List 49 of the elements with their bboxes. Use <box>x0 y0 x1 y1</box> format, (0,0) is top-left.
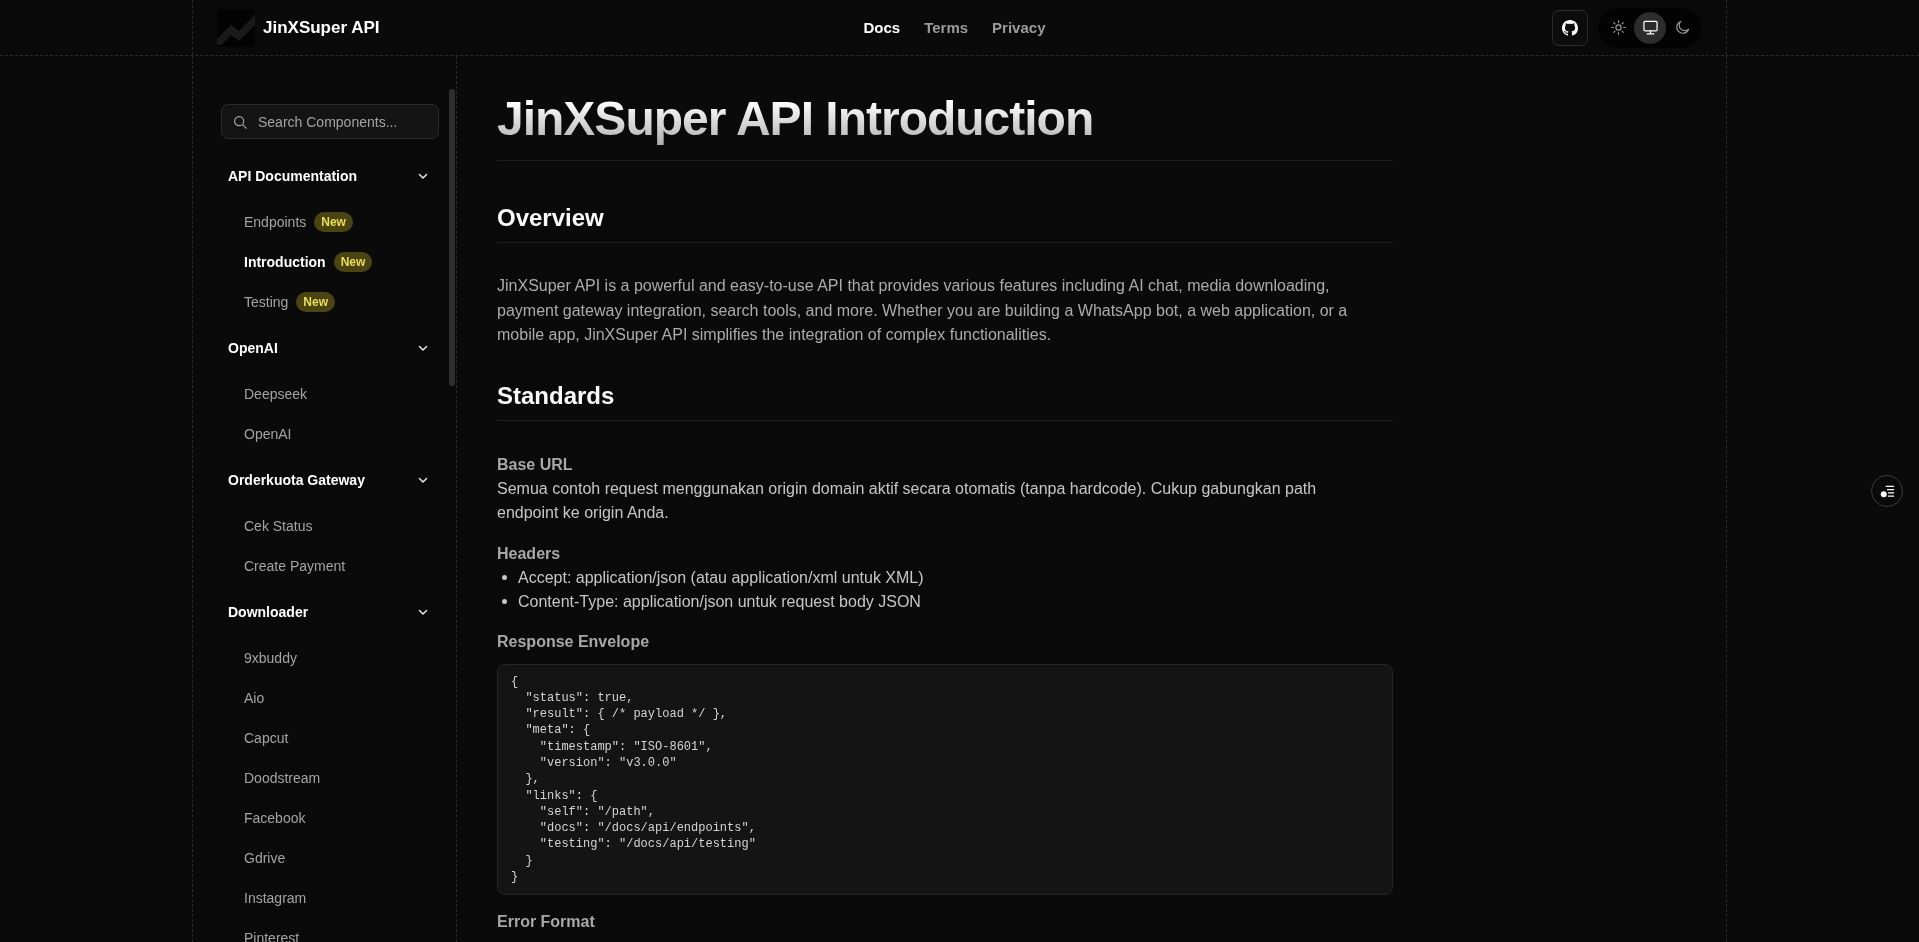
list-icon <box>1879 483 1895 499</box>
nav-link[interactable]: Terms <box>924 19 969 36</box>
bullet-icon <box>502 575 507 580</box>
sidebar-item[interactable]: Endpoints New <box>244 212 353 232</box>
list-item: Content-Type: application/json untuk request body JSON <box>518 591 921 612</box>
moon-icon <box>1674 20 1690 35</box>
sidebar-item[interactable]: Aio <box>244 690 265 706</box>
section-toggle[interactable]: Orderkuota Gateway <box>221 460 439 500</box>
sidebar-item[interactable]: Gdrive <box>244 850 286 866</box>
theme-button[interactable] <box>1634 11 1666 44</box>
github-button[interactable] <box>1552 9 1588 46</box>
sun-icon <box>1610 20 1626 35</box>
code-block: { "status": true, "result": { /* payload */ }, "meta": { "timestamp": "ISO-8601", "version": "v3.0.0" }, "links": { "self": "/path", "docs": "/docs/api/endpoints", "testing": "/docs/api/testing" } } <box>497 663 1393 896</box>
subheading: Error Format <box>497 912 595 933</box>
section-toggle[interactable]: Downloader <box>221 592 439 632</box>
new-badge: New <box>333 252 373 272</box>
list-item: Accept: application/json (atau application/xml untuk XML) <box>518 567 924 588</box>
github-icon <box>1562 19 1578 36</box>
sidebar-item[interactable]: Capcut <box>244 730 289 746</box>
section-heading: Overview <box>497 203 604 233</box>
sidebar-item[interactable]: OpenAI <box>244 426 292 442</box>
subheading: Base URL <box>497 454 573 475</box>
sidebar-item[interactable]: 9xbuddy <box>244 650 297 666</box>
paragraph: Semua contoh request menggunakan origin domain aktif secara otomatis (tanpa hardcode). Cukup gabungkan path endpoint ke origin Anda. <box>497 478 1318 523</box>
bullet-icon <box>502 599 507 604</box>
monitor-icon <box>1642 20 1658 35</box>
sidebar-item[interactable]: Instagram <box>244 890 307 906</box>
sidebar-item[interactable]: Create Payment <box>244 558 346 574</box>
search-icon <box>233 114 247 129</box>
scrollbar-thumb[interactable] <box>449 89 455 386</box>
sidebar-item[interactable]: Deepseek <box>244 386 308 402</box>
site-title: JinXSuper API <box>263 17 380 38</box>
nav-link[interactable]: Docs <box>863 19 901 36</box>
paragraph: JinXSuper API is a powerful and easy-to-use API that provides various features including AI chat, media downloading, payment gateway integration, search tools, and more. Whether you are building a WhatsApp bot, a web application, or a mobile app, JinXSuper API simplifies the integration of complex functionalities. <box>497 276 1349 345</box>
nav-link[interactable]: Privacy <box>992 19 1046 36</box>
new-badge: New <box>314 212 353 232</box>
subheading: Headers <box>497 543 561 564</box>
sidebar-item[interactable]: Introduction New <box>244 252 373 272</box>
subheading: Response Envelope <box>497 631 650 652</box>
sidebar-item[interactable]: Doodstream <box>244 770 321 786</box>
section-heading: Standards <box>497 380 615 411</box>
sidebar-item[interactable]: Cek Status <box>244 518 313 534</box>
table-of-contents-button[interactable] <box>1871 475 1903 507</box>
sidebar-item[interactable]: Testing New <box>244 292 336 312</box>
section-toggle[interactable]: API Documentation <box>221 156 439 196</box>
section-toggle[interactable]: OpenAI <box>221 328 439 368</box>
new-badge: New <box>296 292 336 312</box>
search-field[interactable]: Search Components... <box>221 104 439 139</box>
sidebar-item[interactable]: Facebook <box>244 810 306 826</box>
